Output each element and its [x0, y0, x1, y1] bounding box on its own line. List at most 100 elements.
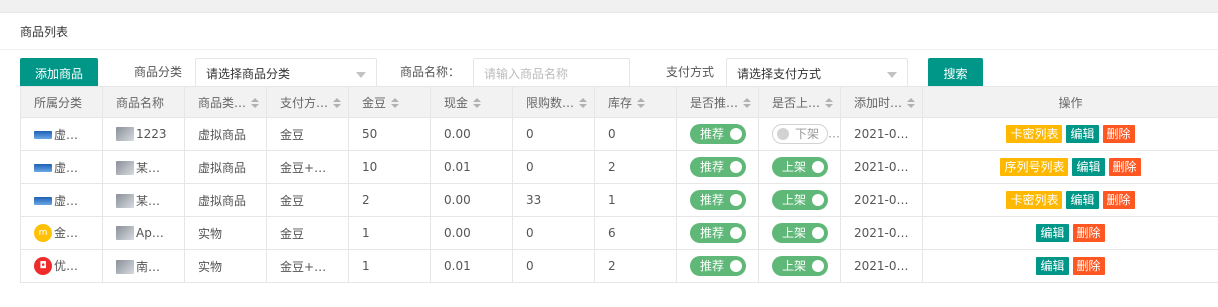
cell-category: 虚…: [20, 150, 103, 184]
cell-pay: 金豆: [266, 117, 349, 151]
shelf-toggle[interactable]: 上架: [772, 190, 828, 210]
header-limit[interactable]: 限购数量: [512, 86, 595, 118]
product-thumb-icon: [116, 161, 134, 175]
cell-limit: 33: [512, 183, 595, 217]
cell-stock: 2: [594, 150, 677, 184]
cell-ops: 序列号列表 编辑 删除: [922, 150, 1218, 184]
shelf-toggle[interactable]: 上架: [772, 223, 828, 243]
sort-icon[interactable]: [251, 98, 260, 108]
header-ops: 操作: [922, 86, 1218, 118]
recommend-toggle[interactable]: 推荐: [690, 256, 746, 276]
shelf-toggle[interactable]: 上架: [772, 157, 828, 177]
edit-button[interactable]: 编辑: [1066, 125, 1099, 143]
cell-time: 2021-0…: [840, 150, 923, 184]
blue-card-icon: [34, 164, 52, 172]
shelf-toggle[interactable]: 下架: [772, 124, 828, 144]
cell-ops: 卡密列表 编辑 删除: [922, 183, 1218, 217]
table-row: 虚… 1223 虚拟商品 金豆 50 0.00 0 0 推荐 下架 2021-0…: [20, 117, 1218, 151]
cell-recommend: 推荐: [676, 117, 759, 151]
cell-pay: 金豆: [266, 183, 349, 217]
cell-cash: 0.00: [430, 183, 513, 217]
cell-cash: 0.00: [430, 216, 513, 250]
sort-icon[interactable]: [333, 98, 342, 108]
cell-ops: 卡密列表 编辑 删除: [922, 117, 1218, 151]
cell-name: 南…: [102, 249, 185, 283]
cell-beans: 10: [348, 150, 431, 184]
sort-icon[interactable]: [907, 98, 916, 108]
edit-button[interactable]: 编辑: [1066, 191, 1099, 209]
cell-beans: 1: [348, 249, 431, 283]
cell-ops: 编辑 删除: [922, 216, 1218, 250]
cell-name: 1223: [102, 117, 185, 151]
cell-recommend: 推荐: [676, 249, 759, 283]
edit-button[interactable]: 编辑: [1036, 224, 1069, 242]
cell-limit: 0: [512, 216, 595, 250]
cell-cash: 0.01: [430, 249, 513, 283]
cell-shelf: 上架: [758, 150, 841, 184]
cell-type: 实物: [184, 216, 267, 250]
header-shelf[interactable]: 是否上架: [758, 86, 841, 118]
edit-button[interactable]: 编辑: [1036, 257, 1069, 275]
cell-category: 虚…: [20, 183, 103, 217]
sort-icon[interactable]: [743, 98, 752, 108]
cell-beans: 50: [348, 117, 431, 151]
delete-button[interactable]: 删除: [1102, 125, 1135, 143]
edit-button[interactable]: 编辑: [1072, 158, 1105, 176]
cell-beans: 2: [348, 183, 431, 217]
cell-name: App…: [102, 216, 185, 250]
recommend-toggle[interactable]: 推荐: [690, 157, 746, 177]
pay-select-value: 请选择支付方式: [737, 67, 822, 81]
table-row: 虚… 某… 虚拟商品 金豆+现金 10 0.01 0 2 推荐 上架 2021-…: [20, 150, 1218, 184]
recommend-toggle[interactable]: 推荐: [690, 124, 746, 144]
blue-card-icon: [34, 131, 52, 139]
header-stock[interactable]: 库存: [594, 86, 677, 118]
cell-stock: 6: [594, 216, 677, 250]
delete-button[interactable]: 删除: [1072, 257, 1105, 275]
cell-pay: 金豆+现金: [266, 150, 349, 184]
cell-time: 2021-0…: [840, 249, 923, 283]
list-button[interactable]: 卡密列表: [1006, 191, 1063, 209]
header-recommend[interactable]: 是否推荐: [676, 86, 759, 118]
delete-button[interactable]: 删除: [1072, 224, 1105, 242]
header-cash[interactable]: 现金: [430, 86, 513, 118]
header-type[interactable]: 商品类型: [184, 86, 267, 118]
cell-pay: 金豆+现金: [266, 249, 349, 283]
sort-icon[interactable]: [391, 98, 400, 108]
category-label: 商品分类: [134, 65, 183, 79]
cell-stock: 1: [594, 183, 677, 217]
list-button[interactable]: 序列号列表: [1000, 158, 1069, 176]
panel-divider: [0, 49, 1218, 50]
cell-shelf: 上架: [758, 183, 841, 217]
cell-stock: 2: [594, 249, 677, 283]
sort-icon[interactable]: [637, 98, 646, 108]
cell-name: 某…: [102, 150, 185, 184]
recommend-toggle[interactable]: 推荐: [690, 190, 746, 210]
delete-button[interactable]: 删除: [1108, 158, 1141, 176]
product-thumb-icon: [116, 226, 134, 241]
sort-icon[interactable]: [579, 98, 588, 108]
header-pay[interactable]: 支付方式: [266, 86, 349, 118]
shelf-toggle[interactable]: 上架: [772, 256, 828, 276]
chevron-down-icon: [356, 72, 366, 78]
table-row: m 金… App… 实物 金豆 1 0.00 0 6 推荐 上架 2021-0… …: [20, 216, 1218, 250]
cell-cash: 0.00: [430, 117, 513, 151]
list-button[interactable]: 卡密列表: [1006, 125, 1063, 143]
cell-type: 虚拟商品: [184, 150, 267, 184]
pay-label: 支付方式: [666, 65, 715, 79]
product-thumb-icon: [116, 127, 134, 142]
header-beans[interactable]: 金豆: [348, 86, 431, 118]
recommend-toggle[interactable]: 推荐: [690, 223, 746, 243]
cell-pay: 金豆: [266, 216, 349, 250]
sort-icon[interactable]: [825, 98, 834, 108]
delete-button[interactable]: 删除: [1102, 191, 1135, 209]
product-table: 所属分类 商品名称 商品类型 支付方式 金豆 现金 限购数量 库存 是否推荐 是…: [20, 86, 1218, 283]
product-thumb-icon: [116, 260, 134, 274]
sort-icon[interactable]: [473, 98, 482, 108]
cell-recommend: 推荐: [676, 216, 759, 250]
category-select-value: 请选择商品分类: [206, 67, 291, 81]
cell-shelf: 上架: [758, 216, 841, 250]
cell-recommend: 推荐: [676, 150, 759, 184]
panel-title: 商品列表: [20, 25, 69, 39]
cell-time: 2021-0…: [840, 183, 923, 217]
header-time[interactable]: 添加时间: [840, 86, 923, 118]
